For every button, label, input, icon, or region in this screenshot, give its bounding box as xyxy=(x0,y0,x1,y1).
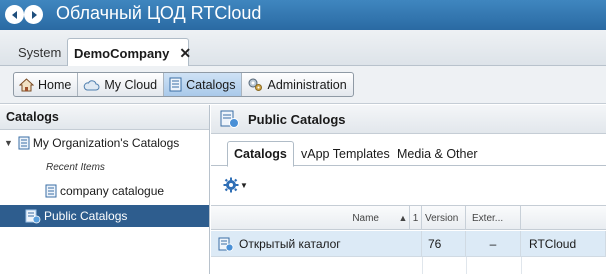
tree-item-label: company catalogue xyxy=(60,183,165,198)
catalogs-tree-panel: Catalogs ▼ My Organization's Catalogs Re… xyxy=(0,105,210,274)
main-toolbar: Home My Cloud Catalogs Administration xyxy=(0,66,606,104)
administration-button[interactable]: Administration xyxy=(242,73,352,96)
column-header-external[interactable]: Exter... xyxy=(466,206,521,230)
catalog-book-icon xyxy=(169,77,182,92)
catalog-book-icon xyxy=(18,136,30,150)
left-panel-header: Catalogs xyxy=(0,105,209,130)
public-catalog-icon xyxy=(25,209,41,224)
catalogs-label: Catalogs xyxy=(186,77,236,92)
catalogs-button[interactable]: Catalogs xyxy=(164,73,243,96)
column-divider xyxy=(422,257,423,274)
tab-catalogs[interactable]: Catalogs xyxy=(227,141,294,167)
tab-system-label: System xyxy=(18,44,62,60)
recent-items-heading: Recent Items xyxy=(46,162,105,173)
catalog-subtabs: Catalogs vApp Templates Media & Other xyxy=(211,134,606,167)
public-catalog-icon xyxy=(220,110,240,129)
public-catalog-icon xyxy=(218,237,234,252)
administration-label: Administration xyxy=(267,77,347,92)
grid-header: Name ▲ 1 Version Exter... xyxy=(211,206,606,230)
cell-external: – xyxy=(466,231,521,257)
expand-triangle-icon[interactable]: ▼ xyxy=(4,138,13,148)
gears-icon xyxy=(247,77,263,92)
tab-vapp-templates[interactable]: vApp Templates xyxy=(295,141,396,166)
tree-item-my-org-catalogs[interactable]: ▼ My Organization's Catalogs xyxy=(0,132,209,153)
cell-name: Открытый каталог xyxy=(211,231,422,257)
public-catalogs-panel: Public Catalogs Catalogs vApp Templates … xyxy=(211,105,606,274)
catalogs-grid: Name ▲ 1 Version Exter... Открытый катал… xyxy=(211,205,606,274)
cell-version: 76 xyxy=(422,231,466,257)
chevron-left-icon xyxy=(11,10,17,19)
tab-democompany-label: DemoCompany xyxy=(74,45,170,61)
tab-system[interactable]: System xyxy=(12,38,67,66)
column-divider xyxy=(466,257,467,274)
column-header-name[interactable]: Name xyxy=(211,206,410,230)
catalog-book-icon xyxy=(45,184,57,198)
back-button[interactable] xyxy=(5,5,24,24)
page-title: Public Catalogs xyxy=(248,111,346,127)
right-panel-header: Public Catalogs xyxy=(211,105,606,134)
tab-democompany[interactable]: DemoCompany ✕ xyxy=(67,38,191,67)
cloud-icon xyxy=(83,79,100,91)
my-cloud-button[interactable]: My Cloud xyxy=(78,73,165,96)
home-label: Home xyxy=(38,77,72,92)
column-header-owner[interactable] xyxy=(521,206,606,230)
tree-item-label: My Organization's Catalogs xyxy=(32,135,180,150)
column-divider xyxy=(521,257,522,274)
app-title: Облачный ЦОД RTCloud xyxy=(56,3,262,23)
org-tab-strip: System DemoCompany ✕ xyxy=(0,30,606,67)
tab-media-other[interactable]: Media & Other xyxy=(391,141,484,166)
sort-index-badge: 1 xyxy=(410,206,422,230)
chevron-right-icon xyxy=(31,10,37,19)
home-icon xyxy=(19,77,34,92)
table-row[interactable]: Открытый каталог 76 – RTCloud xyxy=(211,231,606,257)
tree-item-company-catalogue[interactable]: company catalogue xyxy=(0,180,209,201)
nav-button-group: Home My Cloud Catalogs Administration xyxy=(13,72,354,97)
catalog-name[interactable]: Открытый каталог xyxy=(239,237,341,251)
tree-item-label: Public Catalogs xyxy=(44,209,128,223)
actions-menu-button[interactable]: ▼ xyxy=(223,177,248,193)
forward-button[interactable] xyxy=(24,5,43,24)
column-header-version[interactable]: Version xyxy=(422,206,466,230)
close-tab-icon[interactable]: ✕ xyxy=(179,45,191,62)
chevron-down-icon: ▼ xyxy=(240,180,248,190)
title-bar: Облачный ЦОД RTCloud xyxy=(0,0,606,30)
cell-owner: RTCloud xyxy=(521,231,606,257)
tree-item-public-catalogs[interactable]: Public Catalogs xyxy=(0,205,209,227)
my-cloud-label: My Cloud xyxy=(104,77,158,92)
gear-icon xyxy=(223,177,239,193)
home-button[interactable]: Home xyxy=(14,73,79,96)
sort-direction-icon: ▲ xyxy=(398,213,408,223)
